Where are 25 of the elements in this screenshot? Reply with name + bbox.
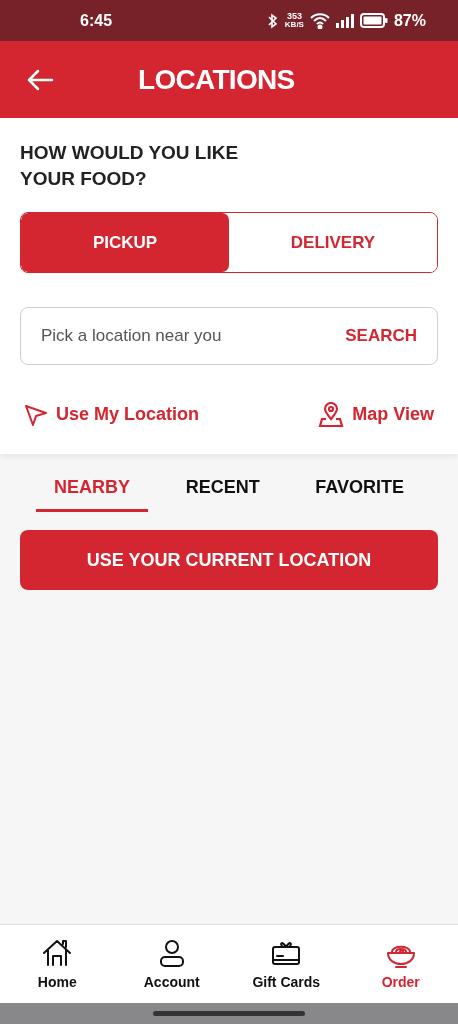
list-tab[interactable]: RECENT xyxy=(167,474,278,512)
nav-item[interactable]: Gift Cards xyxy=(229,925,344,1003)
network-speed: 353 xyxy=(286,12,302,21)
location-link[interactable]: Map View xyxy=(314,401,438,428)
question-text: HOW WOULD YOU LIKE YOUR FOOD? xyxy=(20,141,240,191)
clock: 6:45 xyxy=(80,10,113,31)
nav-item[interactable]: Order xyxy=(343,925,458,1003)
nav-item[interactable]: Home xyxy=(0,925,115,1003)
location-link[interactable]: Use My Location xyxy=(20,401,204,428)
signal-icon xyxy=(335,13,354,28)
bluetooth-icon xyxy=(266,12,279,29)
speed-unit: KB/S xyxy=(284,21,304,29)
current-location-button[interactable]: USE YOUR CURRENT LOCATION xyxy=(20,530,438,590)
search-button[interactable]: SEARCH xyxy=(345,323,417,349)
battery-percent: 87% xyxy=(393,10,426,31)
list-tab[interactable]: FAVORITE xyxy=(297,474,422,512)
map-pin-icon xyxy=(318,401,345,428)
search-field[interactable]: Pick a location near you SEARCH xyxy=(20,307,438,365)
page-title: LOCATIONS xyxy=(138,62,295,97)
nav-item[interactable]: Account xyxy=(114,925,229,1003)
list-tab[interactable]: NEARBY xyxy=(36,474,148,512)
mode-tab[interactable]: PICKUP xyxy=(21,213,229,272)
battery-icon xyxy=(359,13,388,28)
wifi-icon xyxy=(309,12,330,29)
navigation-arrow-icon xyxy=(24,402,48,427)
